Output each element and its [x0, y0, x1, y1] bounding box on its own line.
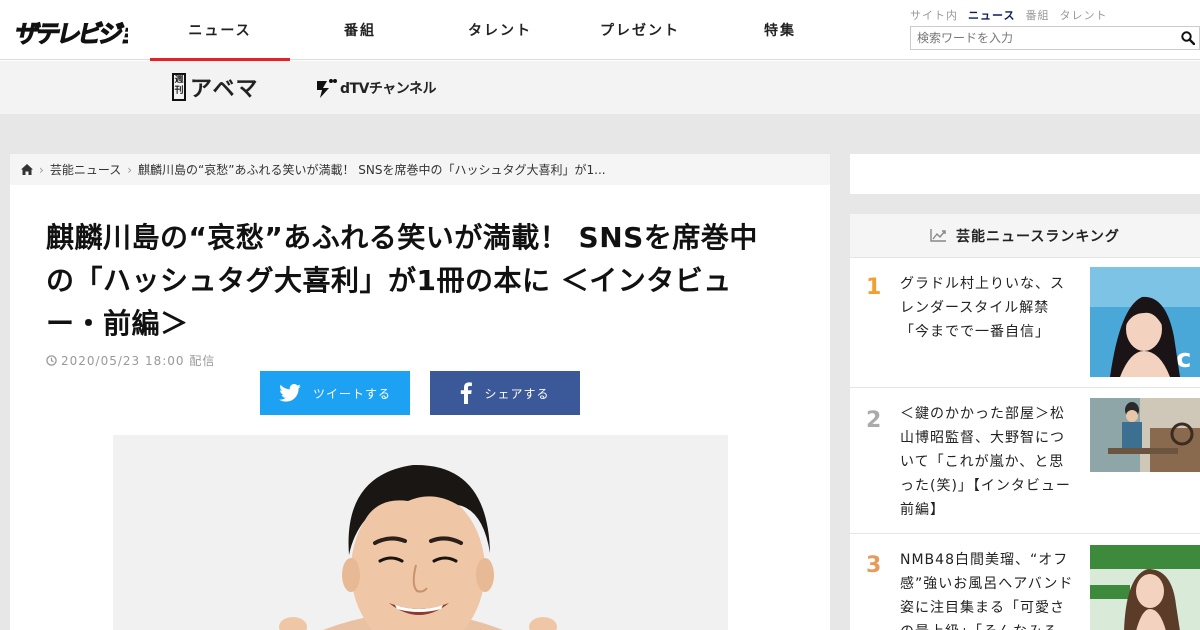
search-icon[interactable]: [1181, 31, 1195, 45]
sub-nav: 週刊 アベマ dTVチャンネル: [0, 61, 1200, 114]
ranking-item-3[interactable]: 3 NMB48白間美瑠、“オフ感”強いお風呂へアバンド姿に注目集まる「可愛さの最…: [850, 533, 1200, 630]
rank-thumbnail: c: [1090, 267, 1200, 377]
shukan-badge: 週刊: [172, 73, 186, 101]
chevron-right-icon: ›: [39, 162, 44, 177]
nav-item-programs[interactable]: 番組: [290, 0, 430, 60]
thumbnail-image: [1090, 545, 1200, 630]
ranking-title: 芸能ニュースランキング: [956, 228, 1120, 245]
nav-item-news[interactable]: ニュース: [150, 0, 290, 61]
site-header: ザテレビジョン ニュース 番組 タレント プレゼント 特集 サイト内 ニュース …: [0, 0, 1200, 61]
nav-item-present[interactable]: プレゼント: [570, 0, 710, 60]
site-logo[interactable]: ザテレビジョン: [10, 12, 128, 52]
interview-photo-illustration: [113, 435, 728, 630]
chevron-right-icon: ›: [127, 162, 133, 177]
home-icon[interactable]: [21, 164, 33, 175]
article-title: 麒麟川島の“哀愁”あふれる笑いが満載！ SNSを席巻中の「ハッシュタグ大喜利」が…: [46, 221, 758, 340]
search-area: サイト内 ニュース 番組 タレント: [910, 6, 1200, 50]
search-box: [910, 26, 1200, 50]
rank-thumbnail: [1090, 545, 1200, 630]
rank-headline: グラドル村上りいな、スレンダースタイル解禁「今までで一番自信」: [900, 276, 1065, 340]
article: › 芸能ニュース › 麒麟川島の“哀愁”あふれる笑いが満載！ SNSを席巻中の「…: [10, 154, 830, 630]
tweet-label: ツイートする: [312, 386, 391, 401]
twitter-icon: [279, 384, 301, 402]
nav-item-talent[interactable]: タレント: [430, 0, 570, 60]
search-tab-news[interactable]: ニュース: [968, 7, 1015, 23]
sidebar-top-block: [850, 154, 1200, 194]
tweet-button[interactable]: ツイートする: [260, 371, 410, 415]
abema-link[interactable]: 週刊 アベマ: [172, 72, 259, 102]
search-input[interactable]: [917, 31, 1157, 45]
abema-label: アベマ: [190, 77, 259, 102]
search-tab-talent[interactable]: タレント: [1059, 7, 1107, 23]
ranking-panel: 芸能ニュースランキング 1 グラドル村上りいな、スレンダースタイル解禁「今までで…: [850, 214, 1200, 630]
ranking-item-1[interactable]: 1 グラドル村上りいな、スレンダースタイル解禁「今までで一番自信」 c: [850, 257, 1200, 387]
clock-icon: [46, 355, 57, 366]
chart-line-icon: [930, 229, 947, 242]
logo-text: ザテレビジョン: [12, 19, 128, 48]
ranking-header: 芸能ニュースランキング: [850, 214, 1200, 257]
rank-number: 1: [866, 275, 882, 300]
breadcrumb: › 芸能ニュース › 麒麟川島の“哀愁”あふれる笑いが満載！ SNSを席巻中の「…: [10, 154, 830, 185]
breadcrumb-category[interactable]: 芸能ニュース: [50, 161, 121, 178]
article-photo: [113, 435, 728, 630]
facebook-icon: [461, 382, 473, 404]
nav-item-feature[interactable]: 特集: [710, 0, 850, 60]
ranking-item-2[interactable]: 2 ＜鍵のかかった部屋＞松山博昭監督、大野智について「これが嵐か、と思った(笑)…: [850, 387, 1200, 533]
thumbnail-image: c: [1090, 267, 1200, 377]
rank-headline: NMB48白間美瑠、“オフ感”強いお風呂へアバンド姿に注目集まる「可愛さの最上級…: [900, 552, 1074, 630]
rank-headline: ＜鍵のかかった部屋＞松山博昭監督、大野智について「これが嵐か、と思った(笑)」【…: [900, 406, 1071, 518]
search-tab-site[interactable]: サイト内: [910, 7, 958, 23]
rank-number: 3: [866, 553, 882, 578]
publish-date: 2020/05/23 18:00 配信: [46, 352, 215, 369]
thumbnail-image: [1090, 398, 1200, 472]
search-tab-programs[interactable]: 番組: [1025, 7, 1049, 23]
facebook-share-button[interactable]: シェアする: [430, 371, 580, 415]
rank-number: 2: [866, 408, 882, 433]
publish-date-text: 2020/05/23 18:00 配信: [61, 354, 216, 368]
dtv-channel-link[interactable]: dTVチャンネル: [314, 75, 437, 101]
breadcrumb-current: 麒麟川島の“哀愁”あふれる笑いが満載！ SNSを席巻中の「ハッシュタグ大喜利」が…: [138, 163, 606, 177]
dtv-label: dTVチャンネル: [340, 81, 437, 97]
share-label: シェアする: [484, 386, 550, 401]
rank-thumbnail: [1090, 398, 1200, 472]
za-mark-icon: [317, 79, 337, 98]
main-nav: ニュース 番組 タレント プレゼント 特集: [150, 0, 850, 61]
search-scope-tabs: サイト内 ニュース 番組 タレント: [910, 6, 1200, 24]
